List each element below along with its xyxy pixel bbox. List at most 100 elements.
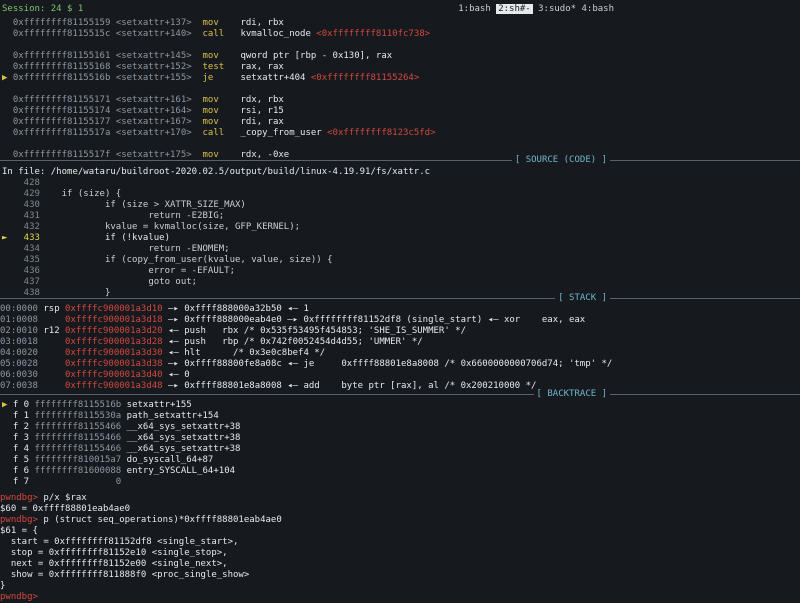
disasm-args: rsi, r15 bbox=[240, 106, 290, 116]
gdb-prompt: pwndbg> bbox=[0, 592, 44, 602]
current-instruction-marker bbox=[2, 62, 13, 72]
gdb-text: $60 = 0xffff88801eab4ae0 bbox=[0, 504, 131, 514]
stack-address: 0xffffc900001a3d28 bbox=[65, 337, 168, 347]
source-code: return -ENOMEM; bbox=[50, 244, 230, 254]
frame-address: ffffffff81155466 bbox=[34, 444, 127, 454]
disasm-row: 0xffffffff81155177 <setxattr+167> mov rd… bbox=[2, 117, 289, 128]
frame-index: f 3 bbox=[12, 433, 35, 443]
stack-offset: 01:0008 bbox=[0, 315, 44, 325]
stack-offset: 03:0018 bbox=[0, 337, 44, 347]
disasm-symbol: <setxattr+164> bbox=[115, 106, 203, 116]
frame-marker bbox=[2, 444, 13, 454]
source-line-number: 428 bbox=[2, 178, 51, 188]
source-code: if (copy_from_user(kvalue, value, size))… bbox=[50, 255, 333, 265]
stack-value: ◂— hlt /* 0x3e0c8bef4 */ bbox=[168, 348, 326, 358]
current-instruction-marker bbox=[2, 106, 13, 116]
disasm-opcode: call bbox=[202, 128, 241, 138]
source-separator: [ SOURCE (CODE) ] bbox=[0, 155, 800, 166]
disasm-address: 0xffffffff8115516b bbox=[12, 73, 116, 83]
disasm-row: ▶ 0xffffffff8115516b <setxattr+155> je s… bbox=[2, 73, 419, 84]
frame-symbol: do_syscall_64+87 bbox=[126, 455, 214, 465]
source-line: 432 kvalue = kvmalloc(size, GFP_KERNEL); bbox=[2, 222, 300, 233]
source-line-number: 432 bbox=[2, 222, 51, 232]
source-line: 435 if (copy_from_user(kvalue, value, si… bbox=[2, 255, 333, 266]
stack-value: —▸ 0xffff888000eab4e0 —▸ 0xffffffff81152… bbox=[168, 315, 586, 325]
tmux-tab-bar: 1:bash 2:sh#- 3:sudo* 4:bash bbox=[458, 4, 614, 15]
current-instruction-marker bbox=[2, 29, 13, 39]
gdb-text: } bbox=[0, 581, 6, 591]
stack-address: 0xffffc900001a3d40 bbox=[65, 370, 168, 380]
frame-symbol: __x64_sys_setxattr+38 bbox=[126, 422, 241, 432]
frame-marker bbox=[2, 466, 13, 476]
disasm-args: rdi, rbx bbox=[240, 18, 290, 28]
disasm-args: rdi, rax bbox=[240, 117, 290, 127]
gdb-text: $61 = { bbox=[0, 526, 38, 536]
disasm-target: <0xffffffff8110fc738> bbox=[316, 29, 431, 39]
frame-index: f 5 bbox=[12, 455, 35, 465]
gdb-output-line: pwndbg> p (struct seq_operations)*0xffff… bbox=[0, 515, 282, 526]
disasm-opcode: mov bbox=[202, 95, 241, 105]
disasm-row: 0xffffffff8115515c <setxattr+140> call k… bbox=[2, 29, 430, 40]
tab-4[interactable]: 4:bash bbox=[581, 4, 614, 14]
backtrace-separator: [ BACKTRACE ] bbox=[0, 389, 800, 400]
gdb-output-line: $61 = { bbox=[0, 526, 38, 537]
disasm-address: 0xffffffff81155174 bbox=[12, 106, 116, 116]
stack-offset: 02:0010 bbox=[0, 326, 44, 336]
stack-row: 05:0028 0xffffc900001a3d38 —▸ 0xffff8880… bbox=[0, 359, 612, 370]
frame-index: f 2 bbox=[12, 422, 35, 432]
backtrace-frame: f 3 ffffffff81155466 __x64_sys_setxattr+… bbox=[2, 433, 241, 444]
frame-index: f 1 bbox=[12, 411, 35, 421]
disasm-args: rax, rax bbox=[240, 62, 290, 72]
stack-register bbox=[43, 359, 65, 369]
source-line-number: 429 bbox=[2, 189, 51, 199]
gdb-text: stop = 0xffffffff81152e10 <single_stop>, bbox=[0, 548, 228, 558]
source-line: 429 if (size) { bbox=[2, 189, 122, 200]
stack-register bbox=[43, 337, 65, 347]
disasm-row: 0xffffffff81155174 <setxattr+164> mov rs… bbox=[2, 106, 289, 117]
stack-offset: 04:0020 bbox=[0, 348, 44, 358]
stack-row: 02:0010 r12 0xffffc900001a3d20 ◂— push r… bbox=[0, 326, 466, 337]
disasm-symbol: <setxattr+145> bbox=[115, 51, 203, 61]
gdb-output-line: stop = 0xffffffff81152e10 <single_stop>, bbox=[0, 548, 228, 559]
source-code: error = -EFAULT; bbox=[50, 266, 236, 276]
gdb-text: p (struct seq_operations)*0xffff88801eab… bbox=[43, 515, 282, 525]
terminal-window[interactable]: Session: 24 $ 1 1:bash 2:sh#- 3:sudo* 4:… bbox=[0, 0, 800, 602]
tab-3[interactable]: 3:sudo* bbox=[538, 4, 576, 14]
frame-index: f 6 bbox=[12, 466, 35, 476]
backtrace-frame: f 6 ffffffff81600088 entry_SYSCALL_64+10… bbox=[2, 466, 235, 477]
stack-register: rsp bbox=[43, 304, 66, 314]
disasm-address: 0xffffffff81155171 bbox=[12, 95, 116, 105]
frame-address: ffffffff81155466 bbox=[34, 422, 127, 432]
disasm-address: 0xffffffff81155159 bbox=[12, 18, 116, 28]
disasm-opcode: je bbox=[202, 73, 241, 83]
gdb-output-line: } bbox=[0, 581, 5, 592]
stack-offset: 05:0028 bbox=[0, 359, 44, 369]
frame-index: f 0 bbox=[12, 400, 35, 410]
gdb-text: p/x $rax bbox=[43, 493, 87, 503]
current-instruction-marker bbox=[2, 117, 13, 127]
gdb-output-line: pwndbg> bbox=[0, 592, 43, 603]
stack-address: 0xffffc900001a3d30 bbox=[65, 348, 168, 358]
backtrace-frame: ▶ f 0 ffffffff8115516b setxattr+155 bbox=[2, 400, 192, 411]
frame-symbol: __x64_sys_setxattr+38 bbox=[126, 444, 241, 454]
disasm-opcode: call bbox=[202, 29, 241, 39]
source-line: 430 if (size > XATTR_SIZE_MAX) bbox=[2, 200, 246, 211]
disasm-args: _copy_from_user bbox=[240, 128, 328, 138]
gdb-output-line: next = 0xffffffff81152e00 <single_next>, bbox=[0, 559, 228, 570]
disasm-symbol: <setxattr+152> bbox=[115, 62, 203, 72]
frame-marker bbox=[2, 433, 13, 443]
stack-offset: 00:0000 bbox=[0, 304, 44, 314]
disasm-opcode: mov bbox=[202, 18, 241, 28]
tab-2[interactable]: 2:sh#- bbox=[496, 4, 533, 14]
stack-value: —▸ 0xffff888000a32b50 ◂— 1 bbox=[168, 304, 309, 314]
tab-1[interactable]: 1:bash bbox=[458, 4, 491, 14]
stack-register bbox=[43, 315, 65, 325]
disasm-row: 0xffffffff81155168 <setxattr+152> test r… bbox=[2, 62, 289, 73]
source-line-number: 436 bbox=[2, 266, 51, 276]
current-instruction-marker: ▶ bbox=[2, 73, 13, 83]
gdb-text: start = 0xffffffff81152df8 <single_start… bbox=[0, 537, 239, 547]
source-line: ► 433 if (!kvalue) bbox=[2, 233, 170, 244]
source-code: return -E2BIG; bbox=[50, 211, 225, 221]
backtrace-frame: f 4 ffffffff81155466 __x64_sys_setxattr+… bbox=[2, 444, 241, 455]
disasm-args: qword ptr [rbp - 0x130], rax bbox=[240, 51, 398, 61]
